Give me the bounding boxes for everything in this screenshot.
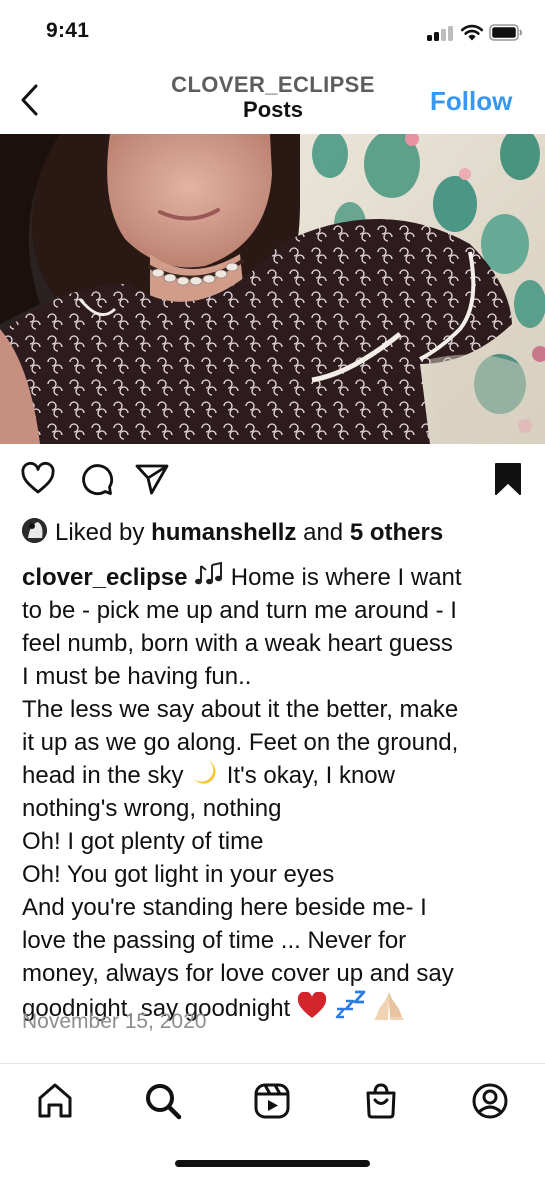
bottom-tab-bar xyxy=(0,1064,545,1144)
like-button[interactable] xyxy=(20,461,56,497)
instagram-post-screen: 9:41 CLOVER_ECLIPSE Posts Follow Liked b… xyxy=(0,0,545,1180)
caption-line: Oh! I got plenty of time xyxy=(22,828,264,855)
chevron-left-icon xyxy=(21,84,38,116)
caption-line: feel numb, born with a weak heart guess xyxy=(22,630,453,657)
caption-line: Oh! You got light in your eyes xyxy=(22,861,335,888)
reels-icon xyxy=(254,1083,290,1119)
header-username[interactable]: CLOVER_ECLIPSE xyxy=(120,72,426,97)
likes-prefix: Liked by xyxy=(55,519,145,546)
musical-notes-icon xyxy=(195,562,223,585)
post-header: CLOVER_ECLIPSE Posts Follow xyxy=(0,62,545,134)
search-icon xyxy=(146,1084,182,1120)
profile-icon xyxy=(472,1083,508,1119)
likes-summary[interactable]: Liked by humanshellz and 5 others xyxy=(22,516,532,550)
caption-line: clover_eclipse Home is where I want xyxy=(22,561,527,594)
folded-hands-icon xyxy=(374,992,405,1020)
post-actions xyxy=(0,446,545,516)
crescent-moon-icon xyxy=(194,761,216,784)
liker-avatar xyxy=(22,518,47,544)
post-date: November 15, 2020 xyxy=(22,1010,207,1033)
likes-others[interactable]: 5 others xyxy=(350,519,443,546)
tab-home[interactable] xyxy=(35,1081,75,1121)
zzz-icon xyxy=(335,990,365,1019)
caption-username[interactable]: clover_eclipse xyxy=(22,564,187,591)
shop-icon xyxy=(366,1083,396,1119)
send-icon xyxy=(135,464,169,495)
heart-icon xyxy=(21,461,55,494)
status-time: 9:41 xyxy=(46,19,90,42)
red-heart-icon xyxy=(297,992,327,1018)
back-button[interactable] xyxy=(14,80,48,120)
caption-text: head in the sky xyxy=(22,762,184,789)
home-indicator[interactable] xyxy=(175,1160,370,1167)
caption-line: And you're standing here beside me- I xyxy=(22,894,427,921)
wifi-icon xyxy=(460,24,484,41)
caption-line: to be - pick me up and turn me around - … xyxy=(22,597,457,624)
save-button[interactable] xyxy=(490,461,526,497)
caption-line: it up as we go along. Feet on the ground… xyxy=(22,729,459,756)
caption-line: nothing's wrong, nothing xyxy=(22,795,282,822)
tab-search[interactable] xyxy=(143,1081,183,1121)
post-caption: clover_eclipse Home is where I want to b… xyxy=(22,561,527,1025)
caption-line: love the passing of time ... Never for xyxy=(22,927,407,954)
page-title: Posts xyxy=(243,97,303,122)
caption-line: money, always for love cover up and say xyxy=(22,960,454,987)
status-bar: 9:41 xyxy=(0,0,545,62)
caption-line: I must be having fun.. xyxy=(22,663,252,690)
home-icon xyxy=(38,1083,72,1118)
tab-shop[interactable] xyxy=(361,1081,401,1121)
tab-profile[interactable] xyxy=(470,1081,510,1121)
comment-button[interactable] xyxy=(78,461,114,497)
tab-reels[interactable] xyxy=(252,1081,292,1121)
caption-text: Home is where I want xyxy=(230,564,462,591)
caption-line: The less we say about it the better, mak… xyxy=(22,696,459,723)
caption-line: head in the sky It's okay, I know xyxy=(22,759,527,792)
comment-icon xyxy=(82,464,113,495)
follow-button[interactable]: Follow xyxy=(430,86,512,117)
liker-username[interactable]: humanshellz xyxy=(151,519,296,546)
header-titles: CLOVER_ECLIPSE Posts xyxy=(120,72,426,122)
bookmark-icon xyxy=(495,463,521,495)
cellular-signal-icon xyxy=(427,25,455,41)
likes-conjunction: and xyxy=(303,519,344,546)
post-photo[interactable] xyxy=(0,134,545,444)
share-button[interactable] xyxy=(134,461,170,497)
battery-icon xyxy=(489,24,523,41)
caption-text: It's okay, I know xyxy=(226,762,395,789)
